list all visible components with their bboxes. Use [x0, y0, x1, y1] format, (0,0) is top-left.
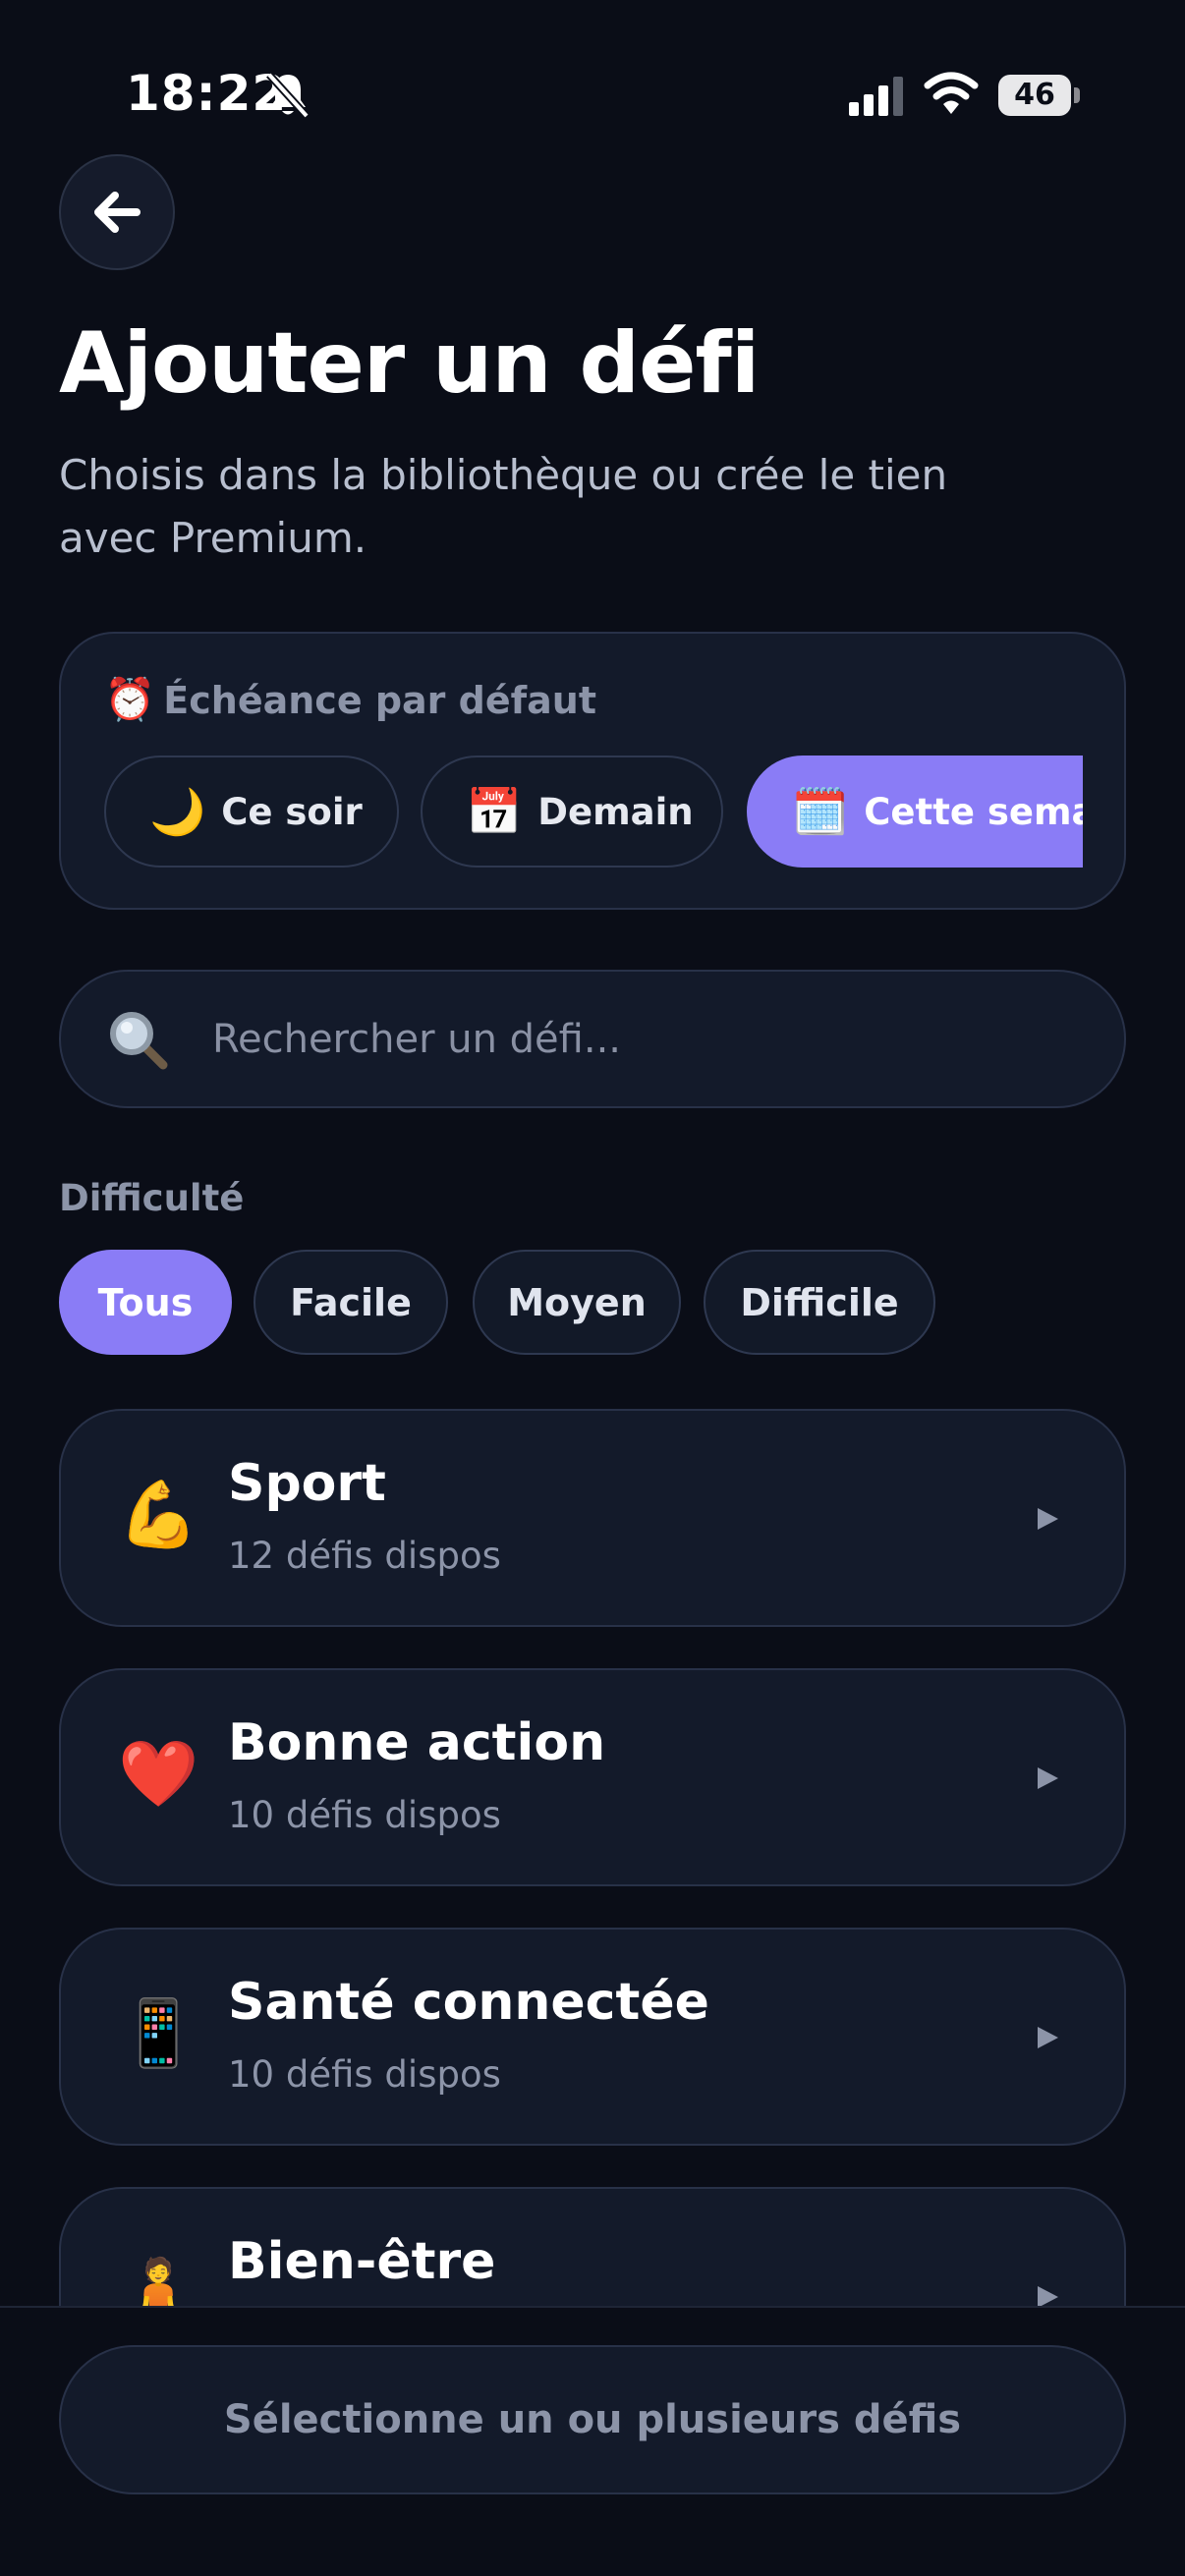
status-time: 18:22: [126, 65, 288, 122]
bell-muted-icon: [266, 72, 310, 119]
difficulty-chip-easy[interactable]: Facile: [254, 1250, 448, 1355]
category-count: 10 défis dispos: [228, 1794, 501, 1836]
deadline-chip-tomorrow[interactable]: 📅 Demain: [421, 756, 723, 868]
cellular-signal-icon: [849, 77, 903, 116]
play-arrow-icon: [1038, 1767, 1058, 1789]
bottom-bar: Sélectionne un ou plusieurs défis: [0, 2306, 1185, 2576]
deadline-chip-tonight[interactable]: 🌙 Ce soir: [104, 756, 399, 868]
category-card-good-deed[interactable]: ❤️ Bonne action 10 défis dispos: [59, 1668, 1126, 1886]
moon-icon: 🌙: [149, 784, 206, 838]
play-arrow-icon: [1038, 1508, 1058, 1530]
difficulty-chip-hard[interactable]: Difficile: [704, 1250, 935, 1355]
deadline-card: ⏰ Échéance par défaut 🌙 Ce soir 📅 Demain …: [59, 632, 1126, 910]
battery-level: 46: [1014, 78, 1055, 112]
search-box[interactable]: [59, 970, 1126, 1108]
category-title: Bien-être: [228, 2232, 496, 2291]
category-title: Bonne action: [228, 1713, 606, 1772]
category-title: Santé connectée: [228, 1973, 709, 2032]
play-arrow-icon: [1038, 2027, 1058, 2048]
difficulty-chip-medium[interactable]: Moyen: [473, 1250, 681, 1355]
back-button[interactable]: [59, 154, 175, 270]
wifi-icon: [924, 72, 979, 114]
flexed-biceps-icon: 💪: [118, 1477, 199, 1552]
page-title: Ajouter un défi: [59, 314, 760, 413]
arrow-left-icon: [94, 192, 141, 233]
difficulty-label: Difficulté: [59, 1177, 245, 1219]
calendar-icon: 📅: [466, 784, 523, 838]
deadline-label-text: Échéance par défaut: [163, 679, 597, 722]
page-subtitle: Choisis dans la bibliothèque ou crée le …: [59, 451, 948, 562]
alarm-clock-icon: ⏰: [104, 675, 156, 723]
deadline-chip-label: Ce soir: [221, 790, 363, 833]
deadline-chip-this-week[interactable]: 🗓️ Cette semaine: [747, 756, 1083, 868]
deadline-chip-label: Cette semaine: [864, 790, 1083, 833]
deadline-label: ⏰ Échéance par défaut: [104, 675, 596, 724]
category-title: Sport: [228, 1454, 386, 1513]
category-count: 10 défis dispos: [228, 2053, 501, 2096]
select-challenges-button[interactable]: Sélectionne un ou plusieurs défis: [59, 2345, 1126, 2494]
screen: 18:22 46 Ajouter un défi Choisis dans la…: [0, 0, 1185, 2576]
category-count: 12 défis dispos: [228, 1535, 501, 1577]
mobile-phone-icon: 📱: [118, 1995, 199, 2071]
deadline-options: 🌙 Ce soir 📅 Demain 🗓️ Cette semaine: [104, 754, 1083, 869]
difficulty-chip-all[interactable]: Tous: [59, 1250, 232, 1355]
search-input[interactable]: [212, 1016, 1124, 1062]
deadline-chip-label: Demain: [537, 790, 694, 833]
magnifying-glass-icon: [110, 1011, 168, 1069]
spiral-calendar-icon: 🗓️: [792, 784, 849, 838]
category-card-sport[interactable]: 💪 Sport 12 défis dispos: [59, 1409, 1126, 1627]
battery-icon: 46: [998, 75, 1080, 116]
heart-icon: ❤️: [118, 1736, 199, 1812]
category-card-connected-health[interactable]: 📱 Santé connectée 10 défis dispos: [59, 1928, 1126, 2146]
status-bar: 18:22 46: [0, 0, 1185, 187]
